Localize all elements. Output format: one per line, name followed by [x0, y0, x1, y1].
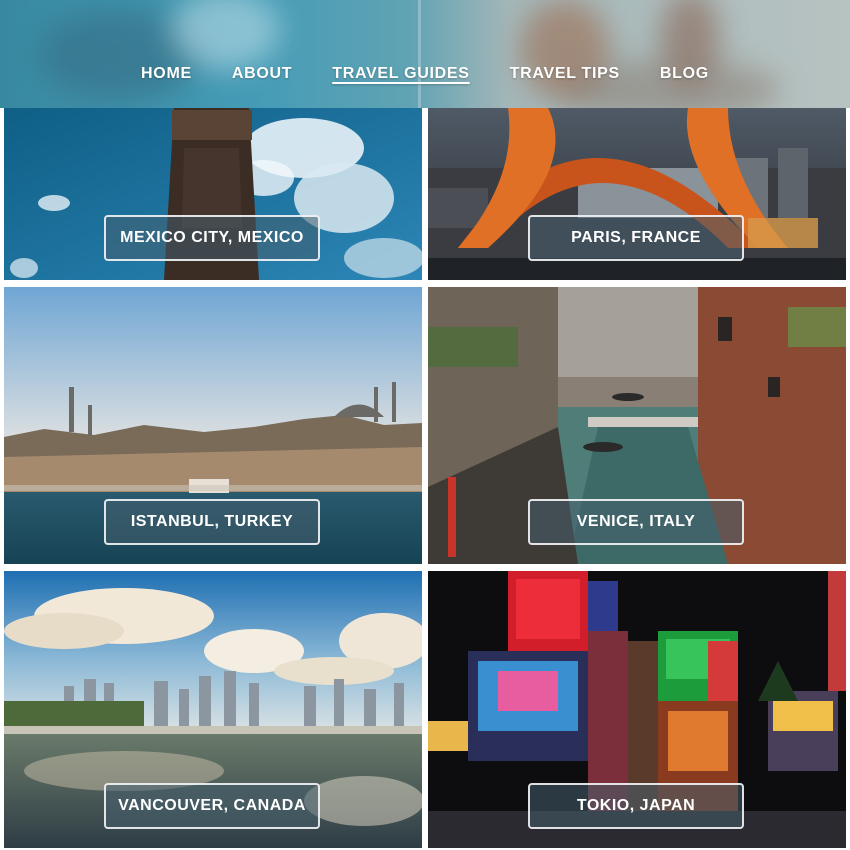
site-header: HOME ABOUT TRAVEL GUIDES TRAVEL TIPS BLO…: [0, 0, 850, 108]
nav-travel-guides[interactable]: TRAVEL GUIDES: [332, 65, 469, 83]
destination-label: TOKIO, JAPAN: [528, 783, 744, 829]
destination-label: VANCOUVER, CANADA: [104, 783, 320, 829]
nav-blog[interactable]: BLOG: [660, 65, 709, 83]
destination-card-venice[interactable]: VENICE, ITALY: [428, 287, 846, 564]
destination-card-vancouver[interactable]: VANCOUVER, CANADA: [4, 571, 422, 848]
nav-home[interactable]: HOME: [141, 65, 192, 83]
destination-label: ISTANBUL, TURKEY: [104, 499, 320, 545]
destination-label: VENICE, ITALY: [528, 499, 744, 545]
destination-card-mexico-city[interactable]: MEXICO CITY, MEXICO: [4, 108, 422, 280]
nav-about[interactable]: ABOUT: [232, 65, 292, 83]
destination-label: PARIS, FRANCE: [528, 215, 744, 261]
destination-card-tokio[interactable]: TOKIO, JAPAN: [428, 571, 846, 848]
main-nav: HOME ABOUT TRAVEL GUIDES TRAVEL TIPS BLO…: [0, 0, 850, 108]
destination-card-paris[interactable]: PARIS, FRANCE: [428, 108, 846, 280]
destination-label: MEXICO CITY, MEXICO: [104, 215, 320, 261]
destination-card-istanbul[interactable]: ISTANBUL, TURKEY: [4, 287, 422, 564]
nav-travel-tips[interactable]: TRAVEL TIPS: [510, 65, 620, 83]
